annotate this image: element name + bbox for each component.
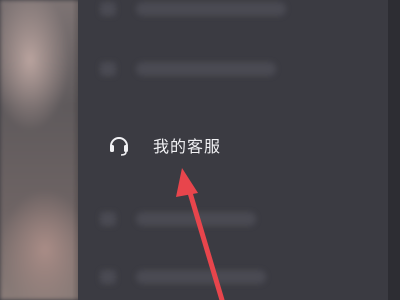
screen: 我的客服 [0,0,400,300]
headset-icon [106,132,132,158]
menu-item-customer-service[interactable]: 我的客服 [100,126,360,164]
blurred-item-icon [100,2,116,16]
blurred-item-icon [100,62,116,76]
blurred-item-icon [100,270,116,284]
blurred-menu-item[interactable] [136,270,266,284]
blurred-item-icon [100,212,116,226]
screen-edge [388,0,400,300]
blurred-menu-item[interactable] [136,212,256,226]
menu-item-label: 我的客服 [153,137,222,156]
blurred-menu-item[interactable] [136,2,286,16]
blurred-background [0,0,82,300]
blurred-menu-item[interactable] [136,62,276,76]
